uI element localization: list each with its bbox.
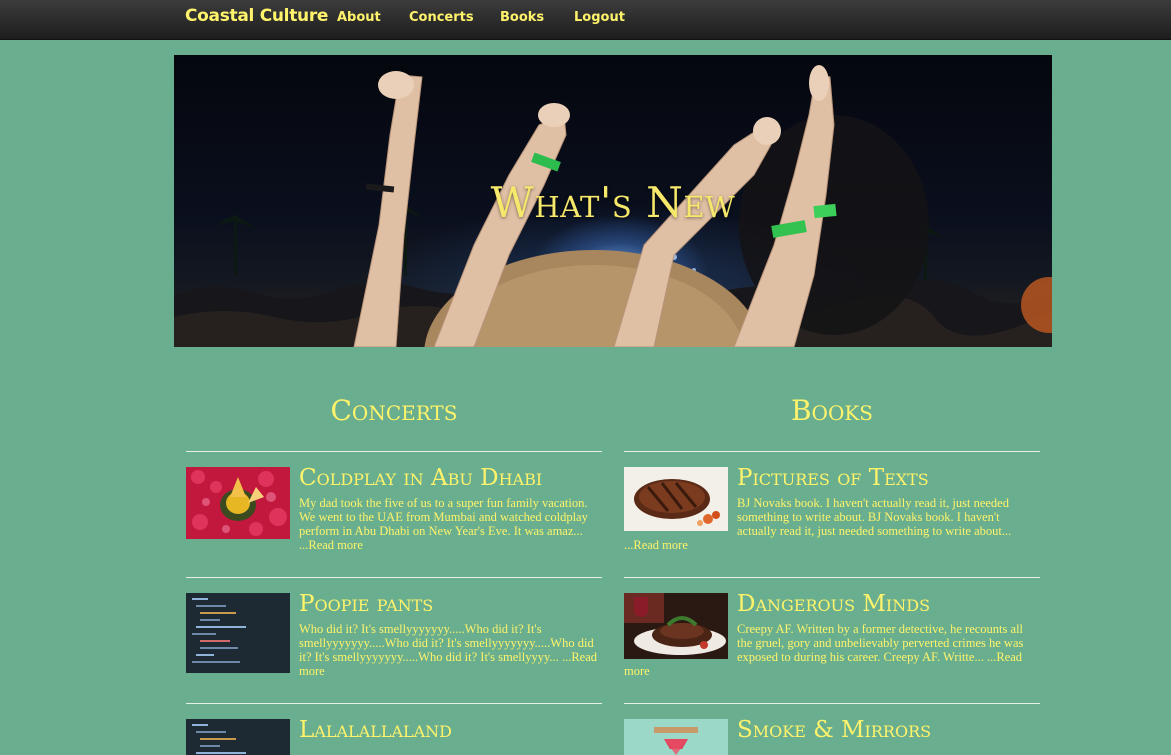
book-post-2: Dangerous Minds Creepy AF. Written by a … — [624, 591, 1040, 678]
code-screenshot[interactable] — [186, 593, 290, 673]
steak-wine-photo[interactable] — [624, 593, 728, 659]
books-divider — [624, 703, 1040, 704]
top-navbar: Coastal Culture About Concerts Books Log… — [0, 0, 1171, 40]
books-section-title: Books — [790, 394, 873, 427]
brand-logo[interactable]: Coastal Culture — [185, 6, 328, 26]
books-divider — [624, 451, 1040, 452]
code-screenshot[interactable] — [186, 719, 290, 755]
book-post-3: Smoke & Mirrors — [624, 717, 1040, 755]
nav-link-concerts[interactable]: Concerts — [409, 10, 474, 25]
gem-illustration[interactable] — [624, 719, 728, 755]
concert-post-2: Poopie pants Who did it? It's smellyyyyy… — [186, 591, 602, 678]
books-divider — [624, 577, 1040, 578]
excerpt-text: Creepy AF. Written by a former detective… — [737, 622, 1024, 664]
read-more-link[interactable]: ...Read more — [299, 538, 363, 552]
excerpt-text: My dad took the five of us to a super fu… — [299, 496, 588, 538]
flower-bowl-photo[interactable] — [186, 467, 290, 539]
concerts-divider — [186, 703, 602, 704]
nav-link-about[interactable]: About — [337, 10, 381, 25]
hero-title: What's New — [490, 178, 736, 227]
concerts-divider — [186, 577, 602, 578]
book-post-1: Pictures of Texts BJ Novaks book. I have… — [624, 465, 1040, 552]
nav-link-books[interactable]: Books — [500, 10, 544, 25]
concerts-section-title: Concerts — [330, 394, 458, 427]
concert-post-3: Lalalallaland — [186, 717, 602, 755]
nav-link-logout[interactable]: Logout — [574, 10, 625, 25]
concert-post-1: Coldplay in Abu Dhabi My dad took the fi… — [186, 465, 602, 552]
steak-photo[interactable] — [624, 467, 728, 531]
excerpt-text: Who did it? It's smellyyyyyyy.....Who di… — [299, 622, 594, 664]
concerts-divider — [186, 451, 602, 452]
hero-banner: What's New — [174, 55, 1052, 347]
excerpt-text: BJ Novaks book. I haven't actually read … — [737, 496, 1012, 538]
read-more-link[interactable]: ...Read more — [624, 538, 688, 552]
